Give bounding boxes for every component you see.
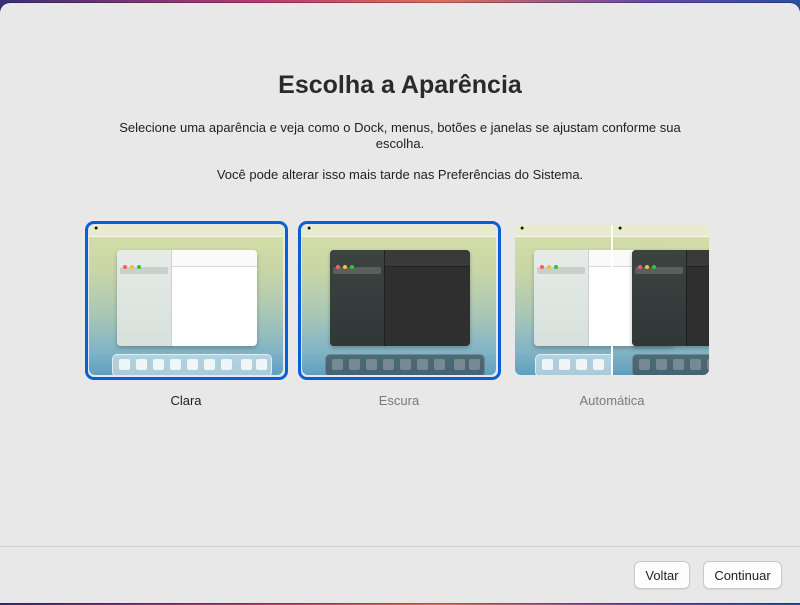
continue-button[interactable]: Continuar [703, 561, 782, 589]
back-button[interactable]: Voltar [634, 561, 690, 589]
apple-icon: ● [94, 225, 99, 232]
split-divider [611, 225, 613, 375]
page-note: Você pode alterar isso mais tarde nas Pr… [216, 167, 584, 182]
appearance-option-label: Automática [579, 393, 645, 408]
appearance-thumbnail-dark: ● [302, 225, 496, 375]
dock-icon [632, 354, 709, 375]
appearance-thumbnail-auto: ● ● [515, 225, 709, 375]
window-traffic-lights-icon [123, 256, 144, 274]
setup-assistant-window: Escolha a Aparência Selecione uma aparên… [0, 3, 800, 603]
dock-icon [112, 354, 272, 375]
apple-icon: ● [307, 225, 312, 232]
window-preview [330, 250, 470, 346]
footer-divider [0, 546, 800, 547]
page-description: Selecione uma aparência e veja como o Do… [119, 120, 681, 151]
appearance-option-label: Escura [378, 393, 420, 408]
apple-icon: ● [520, 225, 525, 232]
window-traffic-lights-icon [540, 256, 561, 274]
page-title: Escolha a Aparência [278, 71, 522, 99]
apple-icon: ● [618, 225, 623, 232]
window-traffic-lights-icon [336, 256, 357, 274]
dock-icon [325, 354, 485, 375]
window-preview [632, 250, 709, 346]
window-traffic-lights-icon [638, 256, 659, 274]
appearance-option-label: Clara [170, 393, 202, 408]
dock-icon [535, 354, 612, 375]
appearance-thumbnail-light: ● [89, 225, 283, 375]
window-preview [117, 250, 257, 346]
